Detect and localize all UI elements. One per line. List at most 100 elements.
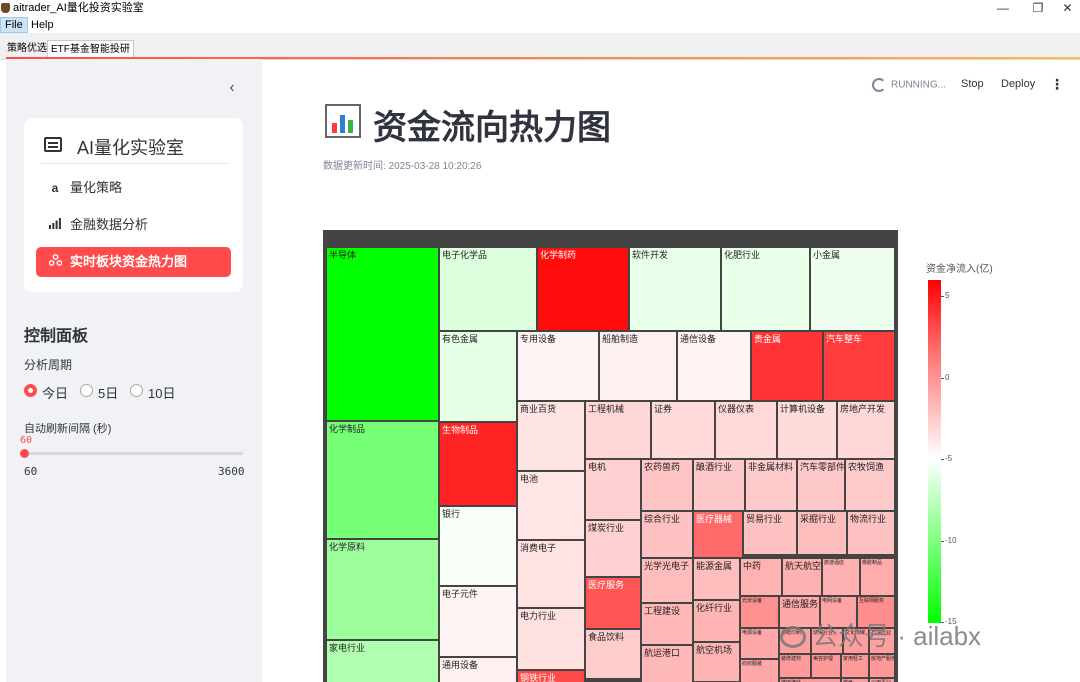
running-icon	[872, 78, 886, 92]
treemap-tile[interactable]: 生物制品	[439, 422, 517, 506]
treemap-tile[interactable]: 工程建设	[641, 603, 693, 645]
treemap-tile[interactable]: 电源设备	[740, 628, 779, 659]
collapse-sidebar-icon[interactable]: ‹	[222, 79, 242, 99]
treemap-tile[interactable]: 光学光电子	[641, 558, 693, 603]
treemap-tile[interactable]: 公用事业	[869, 678, 895, 682]
treemap-tile[interactable]: 通用设备	[439, 657, 517, 682]
radio-unselected-icon	[130, 384, 143, 397]
radio-selected-icon	[24, 384, 37, 397]
treemap-tile[interactable]: 食品饮料	[585, 629, 641, 679]
treemap-tile[interactable]: 仪器仪表	[715, 401, 777, 459]
nav-item-financial-analysis[interactable]: 金融数据分析	[36, 210, 231, 240]
treemap-tile[interactable]: 光伏设备	[740, 596, 779, 628]
nav-menu-card: AI量化实验室 a 量化策略 金融数据分析 实时板块资金热力图	[24, 118, 243, 292]
treemap-tile[interactable]: 橡胶制品	[860, 558, 895, 596]
treemap-tile[interactable]: 航空机场	[693, 642, 740, 682]
treemap-tile[interactable]: 工程机械	[585, 401, 651, 459]
network-icon	[48, 247, 62, 277]
treemap-tile[interactable]: 采掘行业	[797, 511, 847, 555]
treemap-tile[interactable]: 酿酒行业	[693, 459, 745, 511]
treemap-tile[interactable]: 煤炭行业	[585, 520, 641, 577]
treemap-tile[interactable]: 纺织服装	[740, 659, 779, 682]
menu-bar: File Help	[0, 17, 1080, 33]
treemap-tile[interactable]: 航运港口	[641, 645, 693, 682]
stop-button[interactable]: Stop	[961, 78, 984, 90]
treemap-tile[interactable]: 农药兽药	[641, 459, 693, 511]
treemap-tile[interactable]: 商业百货	[517, 401, 585, 471]
running-status-text: RUNNING...	[891, 79, 946, 91]
treemap-tile[interactable]: 美容护理	[811, 654, 841, 678]
treemap-tile[interactable]: 小金属	[810, 247, 895, 331]
tab-strip: 策略优选 ETF基金智能投研	[0, 33, 1080, 60]
page-title-text: 资金流向热力图	[373, 109, 611, 147]
treemap-tile[interactable]: 半导体	[326, 247, 439, 421]
treemap-tile[interactable]: 非金属材料	[745, 459, 797, 511]
treemap-tile[interactable]: 钢铁行业	[517, 670, 585, 682]
treemap-tile[interactable]: 化学原料	[326, 539, 439, 640]
maximize-button[interactable]: ❐	[1020, 0, 1056, 17]
minimize-button[interactable]: —	[985, 0, 1021, 17]
treemap-tile[interactable]: 银行	[439, 506, 517, 586]
treemap-tile[interactable]: 航天航空	[782, 558, 822, 596]
treemap-tile[interactable]: 房地产开发	[837, 401, 895, 459]
treemap-tile[interactable]: 装修建材	[779, 654, 811, 678]
treemap-tile[interactable]: 家用轻工	[841, 654, 869, 678]
treemap-tile[interactable]: 计算机设备	[777, 401, 837, 459]
treemap-tile[interactable]: 通信设备	[677, 331, 751, 401]
nav-item-heatmap[interactable]: 实时板块资金热力图	[36, 247, 231, 277]
treemap-tile[interactable]: 贵金属	[751, 331, 823, 401]
window-title: aitrader_AI量化投资实验室	[13, 2, 144, 14]
amazon-icon: a	[51, 181, 59, 195]
refresh-slider-handle[interactable]	[20, 449, 29, 458]
treemap-tile[interactable]: 化学制品	[326, 421, 439, 539]
window-titlebar: aitrader_AI量化投资实验室 — ❐ ✕	[0, 0, 1080, 17]
treemap-tile[interactable]: 玻璃玻纤	[779, 678, 841, 682]
treemap-tile[interactable]: 医疗器械	[693, 511, 743, 558]
colorbar-tick: 0	[940, 373, 950, 382]
nav-item-quant-strategy[interactable]: a 量化策略	[36, 173, 231, 203]
treemap-tile[interactable]: 贸易行业	[743, 511, 797, 555]
treemap-tile[interactable]: 专用设备	[517, 331, 599, 401]
main-menu-icon[interactable]: ⋮	[1050, 76, 1064, 93]
treemap-tile[interactable]: 有色金属	[439, 331, 517, 422]
fund-flow-treemap: 半导体 化学制品 化学原料 家电行业 电子化学品 化学制药 软件开发 化肥行业 小金属有色金属生…	[323, 230, 898, 682]
treemap-tile[interactable]: 电机	[585, 459, 641, 520]
treemap-tile[interactable]: 汽车零部件	[797, 459, 845, 511]
refresh-slider-track[interactable]	[24, 452, 243, 455]
treemap-tile[interactable]: 家电行业	[326, 640, 439, 682]
treemap-tile[interactable]: 燃气	[841, 678, 869, 682]
sidebar: ‹ AI量化实验室 a 量化策略 金融数据分析 实时板块资金热力图 控制面板 分…	[6, 59, 262, 682]
treemap-tile[interactable]: 中药	[740, 558, 782, 596]
treemap-tile[interactable]: 旅游酒店	[822, 558, 860, 596]
treemap-tile[interactable]: 化学制药	[537, 247, 629, 331]
treemap-tile[interactable]: 证券	[651, 401, 715, 459]
treemap-tile[interactable]: 物流行业	[847, 511, 895, 555]
treemap-tile[interactable]: 电子化学品	[439, 247, 537, 331]
nav-menu-title: AI量化实验室	[77, 138, 185, 158]
wechat-icon	[780, 626, 806, 648]
period-label: 分析周期	[24, 358, 73, 372]
radio-label: 5日	[98, 386, 119, 401]
treemap-tile[interactable]: 化肥行业	[721, 247, 810, 331]
treemap-tile[interactable]: 船舶制造	[599, 331, 677, 401]
treemap-tile[interactable]: 电子元件	[439, 586, 517, 657]
treemap-tile[interactable]: 电池	[517, 471, 585, 540]
data-updated-time: 数据更新时间: 2025-03-28 10:20:26	[323, 161, 482, 172]
treemap-tile[interactable]: 综合行业	[641, 511, 693, 558]
treemap-tile[interactable]: 能源金属	[693, 558, 740, 600]
watermark-text: 公众号 · ailabx	[812, 621, 982, 651]
treemap-tile[interactable]: 医疗服务	[585, 577, 641, 629]
app-logo-icon	[1, 3, 10, 13]
colorbar-title: 资金净流入(亿)	[926, 264, 993, 275]
close-button[interactable]: ✕	[1055, 0, 1080, 17]
treemap-tile[interactable]: 房地产服务	[869, 654, 895, 678]
treemap-tile[interactable]: 汽车整车	[823, 331, 895, 401]
treemap-tile[interactable]: 软件开发	[629, 247, 721, 331]
treemap-tile[interactable]: 消费电子	[517, 540, 585, 608]
treemap-tile[interactable]: 化纤行业	[693, 600, 740, 642]
deploy-button[interactable]: Deploy	[1001, 78, 1035, 90]
menu-help[interactable]: Help	[27, 17, 58, 33]
treemap-tile[interactable]: 电力行业	[517, 608, 585, 670]
menu-file[interactable]: File	[0, 17, 28, 33]
treemap-tile[interactable]: 农牧饲渔	[845, 459, 895, 511]
